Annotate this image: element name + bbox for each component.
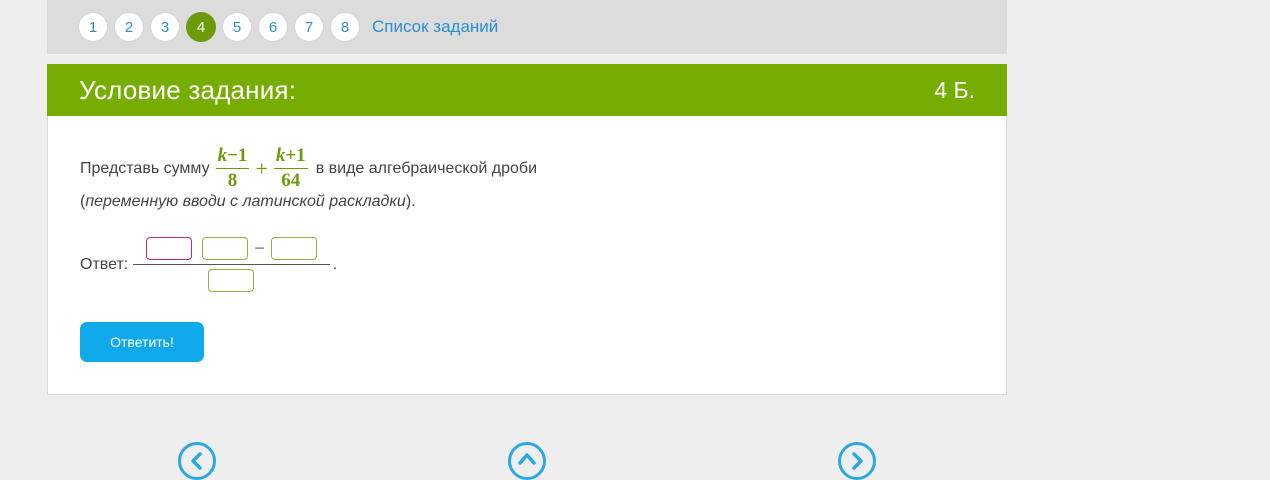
task-header: Условие задания: 4 Б. [47, 64, 1007, 116]
problem-prefix: Представь сумму [80, 159, 210, 177]
task-title: Условие задания: [79, 74, 297, 105]
answer-numerator-input-3[interactable] [270, 237, 317, 260]
task-pagination: 1 2 3 4 5 6 7 8 Список заданий [47, 0, 1007, 54]
fraction-2-denominator: 64 [281, 170, 301, 191]
answer-denominator [203, 265, 259, 292]
answer-numerator: − [133, 237, 330, 265]
fraction-1-numerator: k−1 [215, 145, 250, 169]
task-points: 4 Б. [934, 76, 975, 103]
plus-operator: + [255, 155, 268, 181]
next-arrow-icon[interactable] [838, 442, 876, 480]
page-3-button[interactable]: 3 [150, 12, 180, 42]
fraction-1: k−1 8 [215, 145, 250, 192]
task-list-link[interactable]: Список заданий [372, 17, 498, 37]
answer-denominator-input[interactable] [208, 269, 255, 292]
hint-text: переменную вводи с латинской раскладки [85, 193, 406, 210]
up-arrow-icon[interactable] [508, 442, 546, 480]
page-4-button[interactable]: 4 [186, 12, 216, 42]
fraction-1-denominator: 8 [227, 170, 238, 191]
page-8-button[interactable]: 8 [330, 12, 360, 42]
answer-row: Ответ: − . [80, 237, 337, 292]
page-5-button[interactable]: 5 [222, 12, 252, 42]
answer-fraction: − [133, 237, 330, 292]
problem-suffix: в виде алгебраической дроби [315, 159, 538, 177]
minus-sign: − [254, 238, 265, 258]
page-7-button[interactable]: 7 [294, 12, 324, 42]
page-2-button[interactable]: 2 [114, 12, 144, 42]
answer-period: . [332, 255, 338, 273]
problem-statement: Представь сумму k−1 8 + k+1 64 в виде ал… [80, 145, 537, 192]
answer-numerator-input-2[interactable] [202, 237, 249, 260]
prev-arrow-icon[interactable] [178, 442, 216, 480]
fraction-2: k+1 64 [273, 145, 308, 192]
task-card: Условие задания: 4 Б. Представь сумму k−… [47, 64, 1007, 395]
page-6-button[interactable]: 6 [258, 12, 288, 42]
input-hint: (переменную вводи с латинской раскладки)… [80, 193, 416, 210]
answer-numerator-input-1[interactable] [146, 237, 193, 260]
fraction-2-numerator: k+1 [273, 145, 308, 169]
answer-label: Ответ: [80, 255, 129, 273]
submit-answer-button[interactable]: Ответить! [80, 322, 204, 362]
page-1-button[interactable]: 1 [78, 12, 108, 42]
